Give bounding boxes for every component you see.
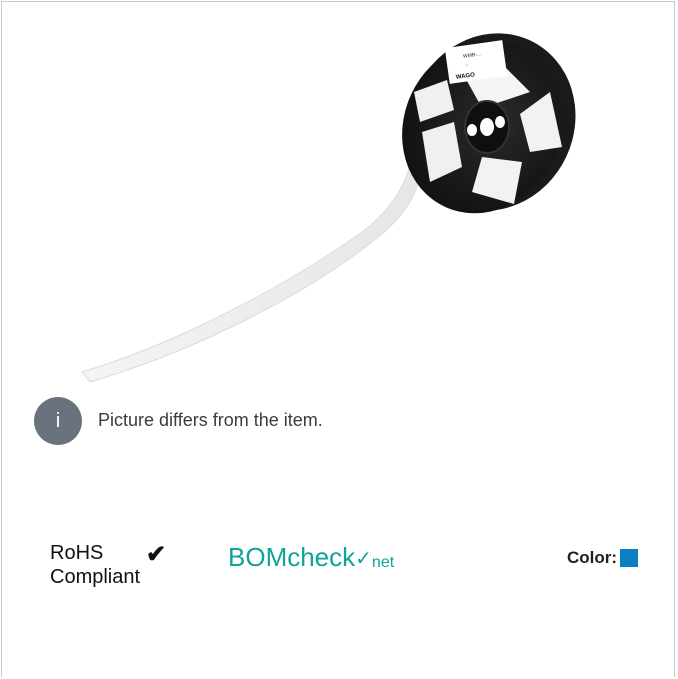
product-image: WMB-... ... WAGO [81, 33, 576, 383]
picture-disclaimer: Picture differs from the item. [98, 410, 323, 430]
info-icon: i [34, 397, 82, 445]
tape-strip [81, 161, 423, 383]
bomcheck-check-icon: ✓ [355, 548, 372, 570]
rohs-compliant-label: Compliant [50, 566, 141, 588]
color-indicator: Color: [567, 546, 639, 570]
checkmark-icon: ✔ [146, 541, 167, 568]
rohs-badge: RoHS ✔ Compliant [50, 541, 190, 596]
bomcheck-brand: BOMcheck [228, 542, 356, 572]
reel-hole [495, 116, 505, 128]
reel-hole [480, 118, 494, 136]
reel-hole [467, 124, 477, 136]
bomcheck-logo[interactable]: BOMcheck✓net [228, 542, 394, 573]
bomcheck-suffix: net [371, 554, 395, 571]
rohs-label: RoHS [50, 542, 104, 564]
svg-text:...: ... [464, 61, 469, 68]
color-label: Color: [567, 548, 618, 567]
product-card: WMB-... ... WAGO i Picture differs from … [1, 1, 675, 677]
color-swatch [620, 549, 639, 567]
